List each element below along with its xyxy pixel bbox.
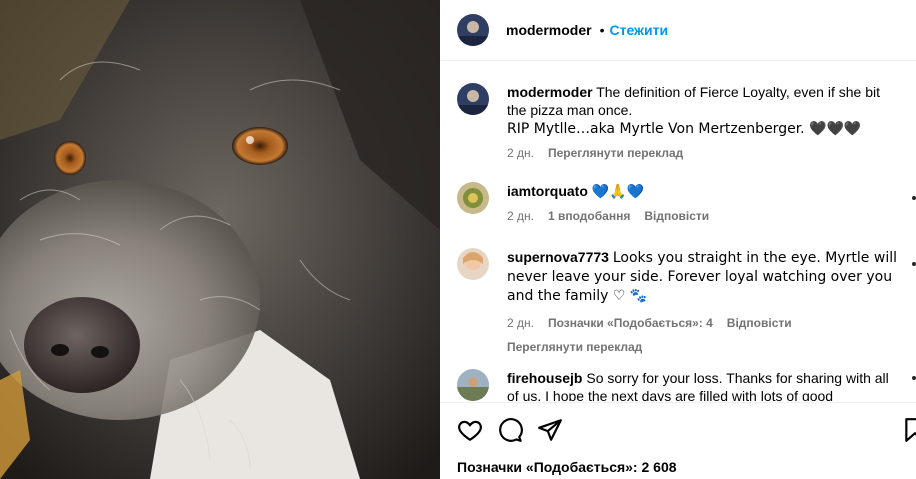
bookmark-icon[interactable] — [902, 417, 916, 443]
author-avatar[interactable] — [457, 14, 489, 46]
separator-dot: • — [599, 22, 605, 38]
commenter-avatar[interactable] — [457, 248, 489, 280]
dog-photo-image — [0, 0, 440, 479]
author-username[interactable]: modermoder — [506, 22, 592, 38]
comment-icon[interactable] — [497, 417, 523, 443]
comment-likes[interactable]: Позначки «Подобається»: 4 — [548, 314, 713, 332]
comment-time[interactable]: 2 дн. — [507, 207, 534, 225]
comments-list[interactable]: modermoder The definition of Fierce Loya… — [440, 61, 916, 401]
comment-item: iamtorquato 💙🙏💙 2 дн. 1 вподобання Відпо… — [457, 182, 897, 225]
post-actions: Позначки «Подобається»: 2 608 — [440, 402, 916, 479]
reply-button[interactable]: Відповісти — [644, 207, 709, 225]
caption-time[interactable]: 2 дн. — [507, 144, 534, 162]
caption-avatar[interactable] — [457, 83, 489, 115]
comment-text: 💙🙏💙 — [591, 184, 645, 200]
comment-username[interactable]: iamtorquato — [507, 183, 588, 199]
post-header: modermoder • Стежити — [440, 0, 916, 61]
reply-button[interactable]: Відповісти — [727, 314, 792, 332]
comment-likes[interactable]: 1 вподобання — [548, 207, 630, 225]
post-panel: modermoder • Стежити modermoder The defi… — [440, 0, 916, 479]
post-photo[interactable] — [0, 0, 440, 479]
commenter-avatar[interactable] — [457, 182, 489, 214]
comment-item: supernova7773 Looks you straight in the … — [457, 248, 897, 356]
commenter-avatar[interactable] — [457, 369, 489, 401]
comment-translate-link[interactable]: Переглянути переклад — [507, 338, 897, 356]
share-icon[interactable] — [537, 417, 563, 443]
comment-like-heart-icon[interactable] — [912, 262, 916, 266]
caption-text-line2: RIP Mytlle…aka Myrtle Von Mertzenberger.… — [507, 121, 862, 137]
comment-username[interactable]: firehousejb — [507, 370, 582, 386]
caption: modermoder The definition of Fierce Loya… — [457, 83, 897, 162]
caption-translate-link[interactable]: Переглянути переклад — [548, 144, 683, 162]
comment-time[interactable]: 2 дн. — [507, 314, 534, 332]
comment-username[interactable]: supernova7773 — [507, 249, 609, 265]
heart-icon[interactable] — [457, 417, 483, 443]
comment-item: firehousejb So sorry for your loss. Than… — [457, 369, 897, 401]
follow-button[interactable]: Стежити — [609, 22, 668, 38]
comment-like-heart-icon[interactable] — [912, 196, 916, 200]
likes-count[interactable]: Позначки «Подобається»: 2 608 — [457, 459, 677, 475]
comment-like-heart-icon[interactable] — [912, 376, 916, 380]
caption-username[interactable]: modermoder — [507, 84, 593, 100]
